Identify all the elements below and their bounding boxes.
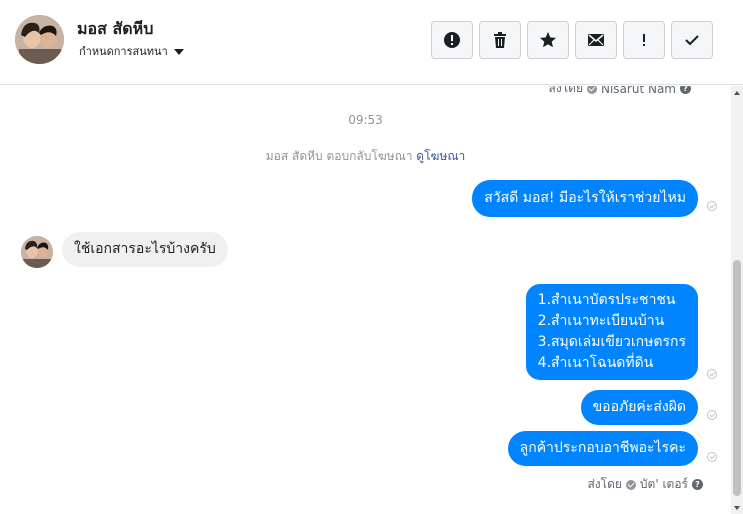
seen-status-icon <box>707 452 717 462</box>
sent-by-label: ส่งโดย <box>548 86 583 95</box>
contact-name[interactable]: มอส สัดหีบ <box>77 17 153 42</box>
message-line: 3.สมุดเล่มเขียวเกษตรกร <box>537 334 686 350</box>
conversation-schedule-dropdown[interactable]: กำหนดการสนทนา <box>79 42 184 60</box>
scroll-thumb[interactable] <box>733 260 741 496</box>
scroll-up-arrow-icon[interactable] <box>734 91 740 95</box>
message-line: 4.สำเนาโฉนดที่ดิน <box>537 355 654 371</box>
bottom-sent-by: ส่งโดย บัต' เตอร์ ? <box>587 475 703 494</box>
checkmark-icon <box>685 35 699 46</box>
message-timestamp: 09:53 <box>348 113 383 127</box>
follow-up-button[interactable] <box>623 21 665 59</box>
report-button[interactable] <box>431 21 473 59</box>
delete-button[interactable] <box>479 21 521 59</box>
star-icon <box>540 32 556 48</box>
report-spam-icon <box>444 32 460 48</box>
envelope-icon <box>588 34 604 46</box>
outgoing-message[interactable]: 1.สำเนาบัตรประชาชน 2.สำเนาทะเบียนบ้าน 3.… <box>525 284 698 380</box>
caret-down-icon <box>173 48 184 55</box>
check-circle-icon <box>625 479 636 490</box>
exclamation-icon <box>643 34 645 46</box>
scrollbar[interactable] <box>731 86 743 514</box>
seen-status-icon <box>707 369 717 379</box>
message-line: 1.สำเนาบัตรประชาชน <box>537 292 676 308</box>
seen-status-icon <box>707 410 717 420</box>
message-line: 2.สำเนาทะเบียนบ้าน <box>537 313 665 329</box>
sent-by-name[interactable]: Nisarut Nam <box>601 86 676 96</box>
outgoing-message[interactable]: สวัสดี มอส! มีอะไรให้เราช่วยไหม <box>472 180 698 217</box>
star-button[interactable] <box>527 21 569 59</box>
sent-by-name[interactable]: บัต' เตอร์ <box>640 475 688 494</box>
trash-icon <box>494 32 506 48</box>
mark-unread-button[interactable] <box>575 21 617 59</box>
contact-avatar[interactable] <box>15 15 64 64</box>
scroll-down-arrow-icon[interactable] <box>734 506 740 510</box>
message-text: ลูกค้าประกอบอาชีพอะไรคะ <box>519 440 686 456</box>
help-icon[interactable]: ? <box>692 479 703 490</box>
message-text: ขออภัยค่ะส่งผิด <box>592 399 686 415</box>
conversation-schedule-label: กำหนดการสนทนา <box>79 45 168 58</box>
message-text: สวัสดี มอส! มีอะไรให้เราช่วยไหม <box>484 190 686 206</box>
outgoing-message[interactable]: ลูกค้าประกอบอาชีพอะไรคะ <box>507 431 698 466</box>
view-ad-link[interactable]: ดูโฆษณา <box>416 149 465 163</box>
check-circle-icon <box>587 86 597 94</box>
action-toolbar <box>431 21 713 59</box>
incoming-message[interactable]: ใช้เอกสารอะไรบ้างครับ <box>62 232 228 267</box>
seen-status-icon <box>707 201 717 211</box>
mark-done-button[interactable] <box>671 21 713 59</box>
conversation-header: มอส สัดหีบ กำหนดการสนทนา <box>0 0 743 85</box>
message-text: ใช้เอกสารอะไรบ้างครับ <box>74 241 216 257</box>
outgoing-message[interactable]: ขออภัยค่ะส่งผิด <box>580 390 698 425</box>
top-sent-by: ส่งโดย Nisarut Nam ? <box>549 86 691 98</box>
ad-reply-notice: มอส สัดหีบ ตอบกลับโฆษณา ดูโฆษณา <box>0 147 731 166</box>
ad-reply-text: มอส สัดหีบ ตอบกลับโฆษณา <box>265 149 413 163</box>
help-icon[interactable]: ? <box>680 86 691 94</box>
sent-by-label: ส่งโดย <box>587 477 622 491</box>
contact-avatar-small[interactable] <box>21 236 53 268</box>
